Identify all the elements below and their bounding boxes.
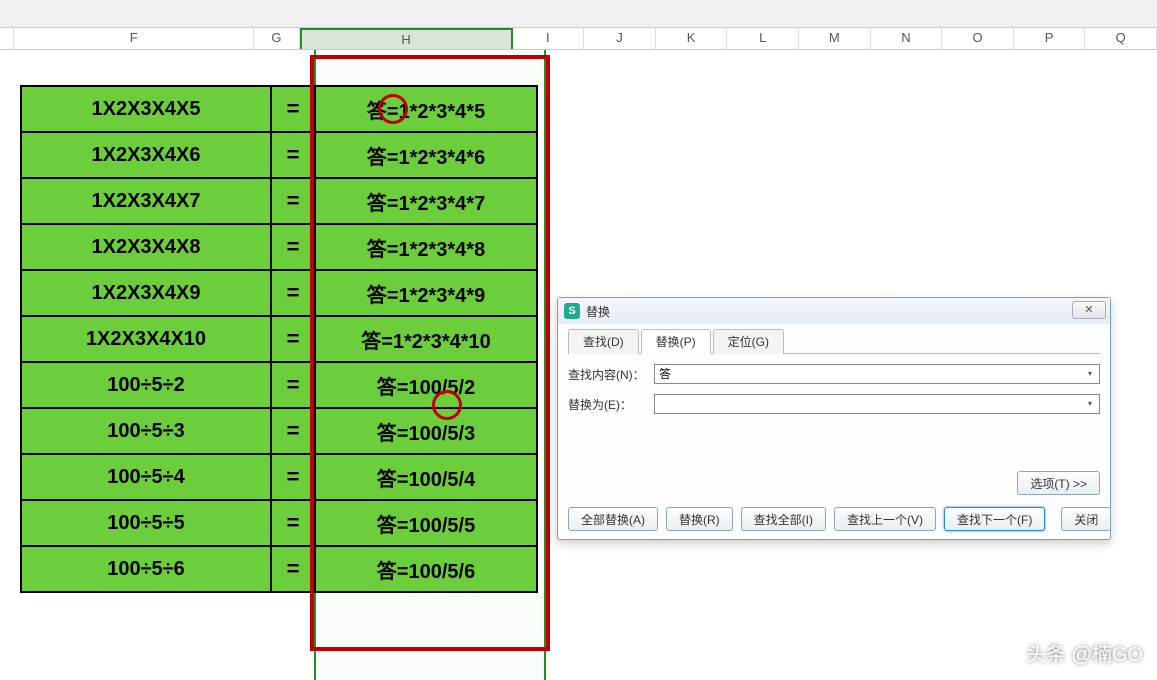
data-table: 1X2X3X4X5=答=1*2*3*4*51X2X3X4X6=答=1*2*3*4…	[20, 85, 538, 593]
cell-g[interactable]: =	[271, 86, 315, 132]
dropdown-arrow-icon[interactable]: ▾	[1083, 367, 1097, 381]
replace-input[interactable]: ▾	[654, 394, 1100, 414]
colhead-Q[interactable]: Q	[1085, 28, 1157, 49]
colhead-I[interactable]: I	[513, 28, 585, 49]
dialog-tabs: 查找(D) 替换(P) 定位(G)	[568, 328, 1100, 354]
colhead-G[interactable]: G	[254, 28, 299, 49]
find-replace-dialog: S 替换 ✕ 查找(D) 替换(P) 定位(G) 查找内容(N)： 答▾ 替换为…	[557, 297, 1111, 540]
dialog-close-button[interactable]: ✕	[1072, 301, 1106, 319]
find-prev-button[interactable]: 查找上一个(V)	[834, 507, 936, 531]
cell-h[interactable]: 答=100/5/4	[315, 454, 537, 500]
cell-h[interactable]: 答=1*2*3*4*8	[315, 224, 537, 270]
close-button[interactable]: 关闭	[1061, 507, 1111, 531]
table-row: 100÷5÷5=答=100/5/5	[21, 500, 537, 546]
colhead-F[interactable]: F	[14, 28, 254, 49]
cell-g[interactable]: =	[271, 178, 315, 224]
colhead-K[interactable]: K	[656, 28, 728, 49]
table-row: 1X2X3X4X8=答=1*2*3*4*8	[21, 224, 537, 270]
colhead-M[interactable]: M	[799, 28, 871, 49]
colhead-J[interactable]: J	[584, 28, 656, 49]
cell-h[interactable]: 答=100/5/3	[315, 408, 537, 454]
cell-g[interactable]: =	[271, 500, 315, 546]
tab-goto[interactable]: 定位(G)	[713, 329, 784, 354]
cell-f[interactable]: 100÷5÷3	[21, 408, 271, 454]
rowhead-corner	[0, 28, 14, 49]
cell-g[interactable]: =	[271, 362, 315, 408]
table-row: 100÷5÷2=答=100/5/2	[21, 362, 537, 408]
find-label: 查找内容(N)：	[568, 366, 654, 383]
dialog-body: 查找(D) 替换(P) 定位(G) 查找内容(N)： 答▾ 替换为(E)： ▾ …	[558, 324, 1110, 539]
spreadsheet-grid[interactable]: 1X2X3X4X5=答=1*2*3*4*51X2X3X4X6=答=1*2*3*4…	[0, 50, 1157, 677]
cell-h[interactable]: 答=100/5/2	[315, 362, 537, 408]
cell-f[interactable]: 100÷5÷2	[21, 362, 271, 408]
cell-f[interactable]: 100÷5÷6	[21, 546, 271, 592]
find-row: 查找内容(N)： 答▾	[568, 364, 1100, 384]
cell-f[interactable]: 100÷5÷4	[21, 454, 271, 500]
cell-f[interactable]: 100÷5÷5	[21, 500, 271, 546]
replace-button[interactable]: 替换(R)	[666, 507, 733, 531]
find-all-button[interactable]: 查找全部(I)	[741, 507, 826, 531]
table-row: 100÷5÷6=答=100/5/6	[21, 546, 537, 592]
tab-replace[interactable]: 替换(P)	[641, 329, 711, 354]
cell-f[interactable]: 1X2X3X4X5	[21, 86, 271, 132]
table-row: 1X2X3X4X9=答=1*2*3*4*9	[21, 270, 537, 316]
cell-f[interactable]: 1X2X3X4X7	[21, 178, 271, 224]
cell-g[interactable]: =	[271, 224, 315, 270]
cell-f[interactable]: 1X2X3X4X9	[21, 270, 271, 316]
table-row: 100÷5÷3=答=100/5/3	[21, 408, 537, 454]
colhead-O[interactable]: O	[942, 28, 1014, 49]
table-row: 1X2X3X4X7=答=1*2*3*4*7	[21, 178, 537, 224]
cell-f[interactable]: 1X2X3X4X8	[21, 224, 271, 270]
table-row: 1X2X3X4X10=答=1*2*3*4*10	[21, 316, 537, 362]
cell-h[interactable]: 答=1*2*3*4*7	[315, 178, 537, 224]
cell-h[interactable]: 答=1*2*3*4*9	[315, 270, 537, 316]
cell-f[interactable]: 1X2X3X4X10	[21, 316, 271, 362]
colhead-N[interactable]: N	[871, 28, 943, 49]
dropdown-arrow-icon[interactable]: ▾	[1083, 397, 1097, 411]
dialog-button-row: 全部替换(A) 替换(R) 查找全部(I) 查找上一个(V) 查找下一个(F) …	[568, 507, 1100, 531]
replace-row: 替换为(E)： ▾	[568, 394, 1100, 414]
table-row: 1X2X3X4X5=答=1*2*3*4*5	[21, 86, 537, 132]
colhead-P[interactable]: P	[1014, 28, 1086, 49]
app-icon: S	[564, 303, 580, 319]
cell-g[interactable]: =	[271, 408, 315, 454]
cell-g[interactable]: =	[271, 270, 315, 316]
window-titlebar-area	[0, 0, 1157, 28]
options-button[interactable]: 选项(T) >>	[1017, 471, 1100, 495]
cell-h[interactable]: 答=1*2*3*4*6	[315, 132, 537, 178]
colhead-L[interactable]: L	[727, 28, 799, 49]
dialog-titlebar[interactable]: S 替换 ✕	[558, 298, 1110, 324]
replace-all-button[interactable]: 全部替换(A)	[568, 507, 658, 531]
dialog-title-text: 替换	[586, 303, 610, 320]
replace-label: 替换为(E)：	[568, 396, 654, 413]
table-row: 1X2X3X4X6=答=1*2*3*4*6	[21, 132, 537, 178]
cell-g[interactable]: =	[271, 454, 315, 500]
find-next-button[interactable]: 查找下一个(F)	[944, 507, 1045, 531]
cell-g[interactable]: =	[271, 546, 315, 592]
cell-h[interactable]: 答=100/5/6	[315, 546, 537, 592]
tab-find[interactable]: 查找(D)	[568, 329, 639, 354]
cell-h[interactable]: 答=100/5/5	[315, 500, 537, 546]
cell-g[interactable]: =	[271, 132, 315, 178]
cell-g[interactable]: =	[271, 316, 315, 362]
cell-h[interactable]: 答=1*2*3*4*10	[315, 316, 537, 362]
table-row: 100÷5÷4=答=100/5/4	[21, 454, 537, 500]
watermark: 头条 @楠GO	[1026, 638, 1143, 667]
cell-h[interactable]: 答=1*2*3*4*5	[315, 86, 537, 132]
column-headers: F G H I J K L M N O P Q	[0, 28, 1157, 50]
cell-f[interactable]: 1X2X3X4X6	[21, 132, 271, 178]
colhead-H[interactable]: H	[300, 28, 513, 49]
find-input[interactable]: 答▾	[654, 364, 1100, 384]
